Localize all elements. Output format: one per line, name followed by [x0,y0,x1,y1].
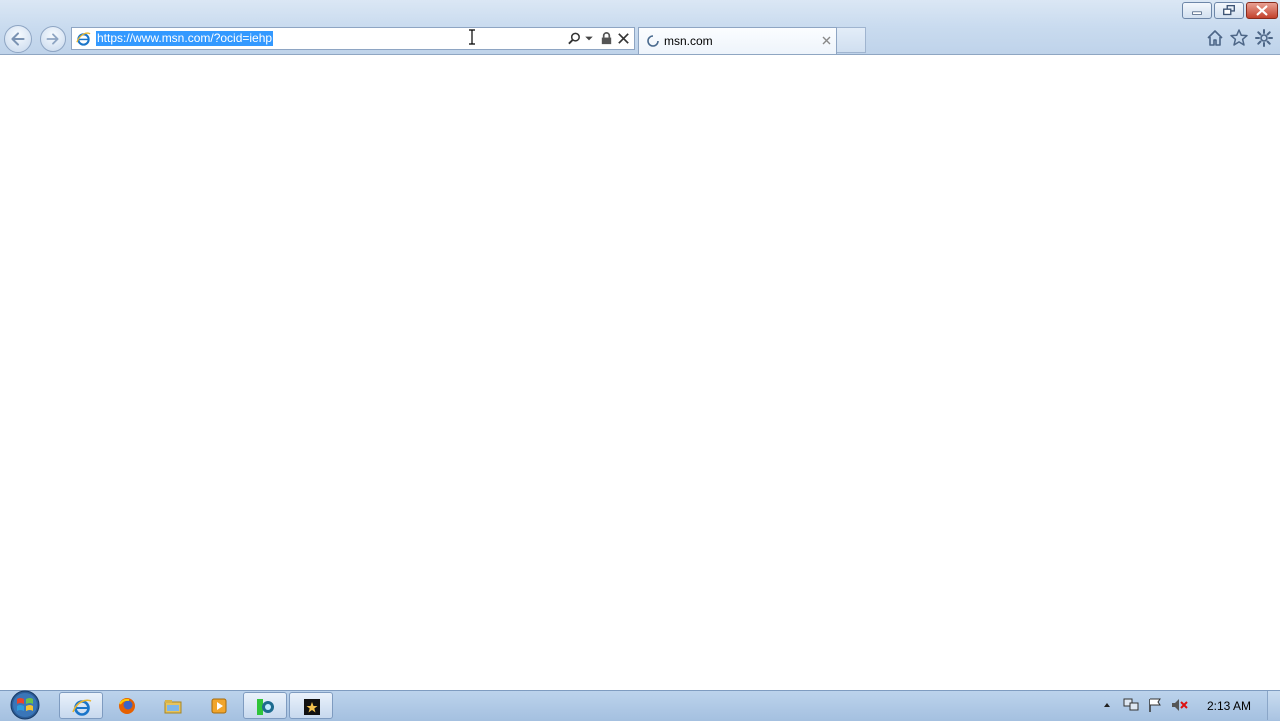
stop-icon[interactable] [616,31,631,46]
search-icon[interactable] [567,31,582,46]
show-hidden-icons-icon[interactable] [1102,700,1112,710]
close-icon [1256,5,1268,16]
file-explorer-icon [164,700,182,714]
firefox-icon [119,698,135,714]
internet-explorer-icon [72,699,92,716]
close-tab-icon[interactable] [821,35,832,46]
new-tab-button[interactable] [837,27,866,53]
minimize-icon [1192,11,1202,15]
restore-icon [1223,4,1235,16]
taskbar-internet-explorer[interactable] [59,692,103,719]
minimize-button[interactable] [1182,2,1212,19]
text-cursor-icon [469,29,475,45]
url-text[interactable]: https://www.msn.com/?ocid=iehp [96,31,274,46]
home-icon[interactable] [1205,28,1225,48]
taskbar-file-explorer[interactable] [151,692,195,719]
tab-label: msn.com [664,34,713,48]
show-desktop-button[interactable] [1267,691,1280,720]
back-arrow-icon [11,32,25,46]
forward-button[interactable] [40,26,66,52]
volume-muted-icon[interactable] [1171,697,1189,713]
address-bar[interactable]: https://www.msn.com/?ocid=iehp [71,27,635,50]
lock-icon[interactable] [599,31,614,46]
video-app-icon [304,699,320,715]
action-center-flag-icon[interactable] [1147,697,1163,713]
system-clock[interactable]: 2:13 AM [1207,699,1251,713]
taskbar-firefox[interactable] [105,692,149,719]
favorites-star-icon[interactable] [1229,28,1249,48]
restore-button[interactable] [1214,2,1244,19]
back-button[interactable] [4,25,32,53]
network-icon[interactable] [1123,697,1139,713]
taskbar-media-player[interactable] [197,692,241,719]
tools-gear-icon[interactable] [1254,28,1274,48]
taskbar-video-app[interactable] [289,692,333,719]
app-green-icon [257,699,274,715]
forward-arrow-icon [46,33,59,45]
system-tray [1096,692,1280,719]
dropdown-icon[interactable] [584,31,594,46]
media-player-icon [211,698,227,714]
taskbar-green-app[interactable] [243,692,287,719]
close-window-button[interactable] [1246,2,1278,19]
loading-spinner-icon [647,35,659,47]
ie-favicon-icon [76,32,91,46]
tab-msn[interactable]: msn.com [638,27,837,54]
start-button[interactable] [6,689,44,720]
